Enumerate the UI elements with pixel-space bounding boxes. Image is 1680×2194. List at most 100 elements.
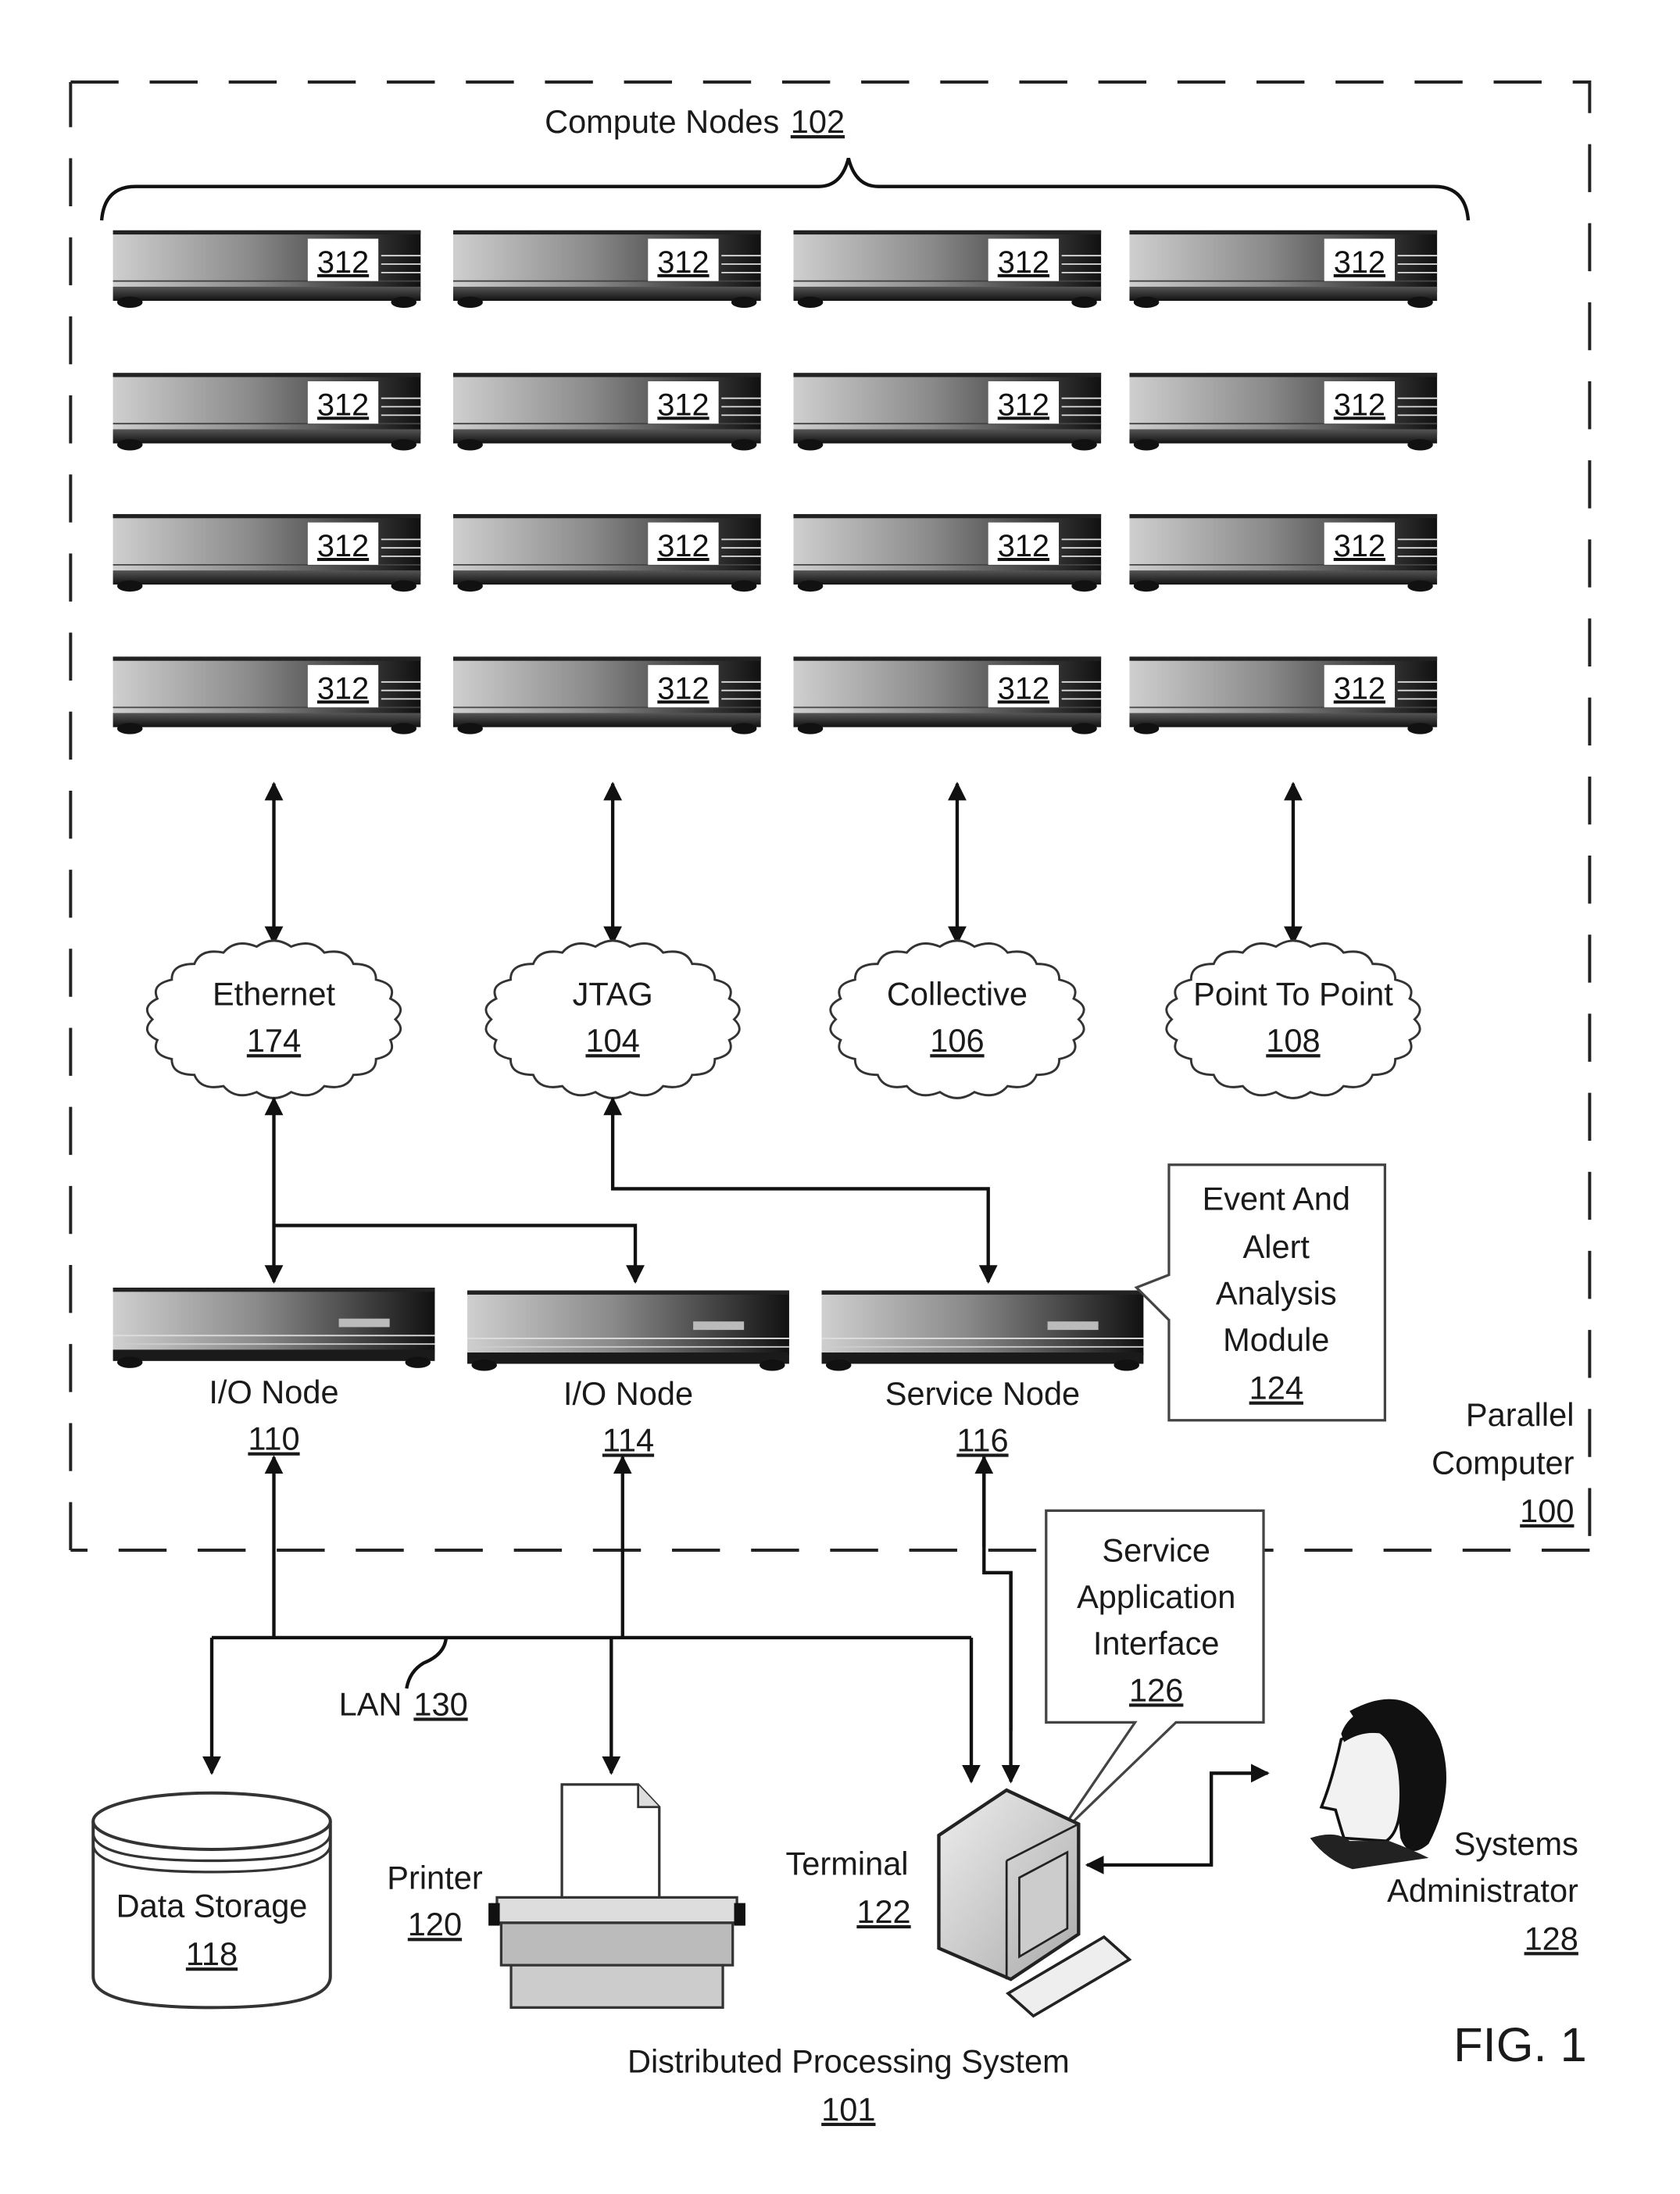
admin-line-1: Systems [1454, 1825, 1578, 1862]
service-node-116: Service Node 116 [821, 1290, 1144, 1458]
parallel-computer-label: Parallel Computer 100 [1432, 1396, 1575, 1529]
module-ref: 124 [1249, 1370, 1303, 1406]
compute-nodes-brace [99, 157, 1471, 221]
node-ref: 312 [998, 245, 1049, 280]
computer-terminal-icon [937, 1788, 1132, 2018]
person-icon [1310, 1699, 1446, 1870]
compute-node: 312 [793, 373, 1102, 452]
printer-name: Printer [387, 1860, 483, 1896]
node-ref: 116 [956, 1421, 1008, 1458]
parallel-line-1: Parallel [1466, 1396, 1575, 1433]
node-ref: 110 [248, 1420, 299, 1457]
node-ref: 312 [1334, 529, 1385, 563]
compute-node: 312 [452, 513, 761, 593]
lan-ref: 130 [413, 1685, 467, 1722]
network-ethernet: Ethernet 174 [145, 939, 402, 1099]
network-ref: 106 [930, 1022, 984, 1059]
cloud-icon [484, 939, 741, 1099]
printer-120: Printer 120 [387, 1783, 745, 2009]
ethernet-io-links [264, 1096, 645, 1285]
node-ref: 312 [657, 388, 709, 422]
module-line-1: Event And [1203, 1181, 1350, 1217]
terminal-122: Terminal 122 [786, 1788, 1132, 2018]
printer-icon [488, 1783, 745, 2009]
parallel-ref: 100 [1520, 1492, 1574, 1529]
network-jtag: JTAG 104 [484, 939, 741, 1099]
cloud-icon [1165, 939, 1421, 1099]
compute-node: 312 [1129, 373, 1438, 452]
compute-network-links [264, 781, 1303, 945]
compute-node: 312 [793, 230, 1102, 309]
compute-node: 312 [113, 373, 421, 452]
module-line-4: Module [1223, 1321, 1329, 1358]
node-ref: 312 [657, 529, 709, 563]
admin-ref: 128 [1525, 1920, 1578, 1956]
compute-node: 312 [793, 513, 1102, 593]
network-point-to-point: Point To Point 108 [1165, 939, 1421, 1099]
network-collective: Collective 106 [829, 939, 1085, 1099]
printer-ref: 120 [408, 1906, 462, 1942]
terminal-name: Terminal [786, 1846, 909, 1882]
lan-network: LAN 130 [202, 1455, 1021, 1784]
network-ref: 104 [585, 1022, 639, 1059]
module-line-2: Alert [1243, 1228, 1310, 1265]
system-caption: Distributed Processing System 101 [627, 2042, 1070, 2127]
sai-ref: 126 [1129, 1671, 1183, 1708]
node-ref: 312 [1334, 672, 1385, 706]
compute-node: 312 [113, 513, 421, 593]
network-name: JTAG [573, 976, 653, 1013]
parallel-line-2: Computer [1432, 1444, 1575, 1481]
data-storage-ref: 118 [186, 1935, 238, 1972]
node-ref: 312 [1334, 388, 1385, 422]
compute-node: 312 [113, 656, 421, 735]
distributed-processing-diagram: Compute Nodes 102 312 312 312 312312 312 312 3… [69, 80, 1592, 2128]
compute-nodes-ref: 102 [791, 103, 845, 140]
node-ref: 312 [317, 529, 369, 563]
jtag-service-link [603, 1096, 998, 1285]
network-ref: 174 [247, 1022, 301, 1059]
network-name: Collective [887, 976, 1028, 1013]
node-name: I/O Node [563, 1375, 693, 1412]
compute-nodes-label: Compute Nodes 102 [545, 103, 845, 140]
node-ref: 114 [602, 1421, 654, 1458]
admin-terminal-link [1085, 1763, 1270, 1874]
node-ref: 312 [317, 388, 369, 422]
server-icon [113, 1287, 435, 1369]
compute-node: 312 [793, 656, 1102, 735]
system-ref: 101 [821, 2091, 875, 2128]
network-ref: 108 [1266, 1022, 1320, 1059]
node-ref: 312 [657, 672, 709, 706]
cloud-icon [829, 939, 1085, 1099]
sai-line-2: Application [1077, 1578, 1235, 1615]
node-ref: 312 [1334, 245, 1385, 280]
cloud-icon [145, 939, 402, 1099]
io-node-110: I/O Node 110 [113, 1287, 435, 1457]
node-ref: 312 [657, 245, 709, 280]
compute-node: 312 [1129, 656, 1438, 735]
event-alert-analysis-module: Event And Alert Analysis Module 124 [1134, 1163, 1387, 1422]
systems-administrator-128: Systems Administrator 128 [1310, 1699, 1578, 1956]
data-storage-118: Data Storage 118 [91, 1791, 332, 2010]
compute-node: 312 [113, 230, 421, 309]
node-ref: 312 [998, 388, 1049, 422]
service-application-interface: Service Application Interface 126 [1045, 1509, 1265, 1839]
system-name: Distributed Processing System [627, 2042, 1070, 2079]
io-node-114: I/O Node 114 [467, 1290, 789, 1458]
terminal-ref: 122 [856, 1893, 910, 1930]
compute-node-grid: 312 312 312 312 312 312 312 312 312 312 312 312 312 3… [113, 230, 1438, 735]
admin-line-2: Administrator [1387, 1872, 1578, 1909]
compute-node: 312 [1129, 513, 1438, 593]
sai-line-3: Interface [1093, 1625, 1220, 1662]
network-clouds: Ethernet 174 JTAG 104 Collective 106 Poi… [145, 939, 1421, 1099]
network-name: Point To Point [1193, 976, 1393, 1013]
node-ref: 312 [998, 672, 1049, 706]
compute-node: 312 [452, 373, 761, 452]
lan-label: LAN [339, 1685, 402, 1722]
server-icon [821, 1290, 1144, 1372]
sai-line-1: Service [1102, 1531, 1210, 1568]
data-storage-name: Data Storage [116, 1888, 308, 1924]
network-name: Ethernet [213, 976, 336, 1013]
compute-node: 312 [452, 656, 761, 735]
compute-node: 312 [452, 230, 761, 309]
compute-node: 312 [1129, 230, 1438, 309]
